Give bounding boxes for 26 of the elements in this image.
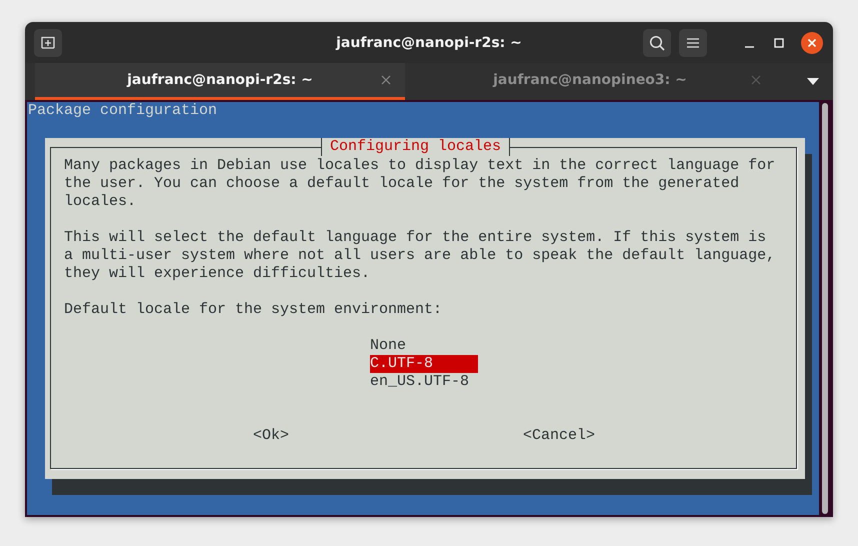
menu-icon: [687, 38, 699, 48]
locale-option[interactable]: en_US.UTF-8: [370, 373, 478, 391]
maximize-icon: [774, 38, 784, 48]
screen-header: Package configuration: [27, 102, 218, 120]
terminal-tab[interactable]: jaufranc@nanopi-r2s: ~: [35, 63, 405, 100]
description-text: Many packages in Debian use locales to display text in the correct language for the user. You can choose a default locale for the system from the generated locales.: [64, 157, 776, 211]
dialog-title: Configuring locales: [321, 138, 510, 156]
scrollbar-thumb[interactable]: [822, 103, 828, 514]
close-tab-icon[interactable]: [381, 75, 391, 85]
locale-option[interactable]: C.UTF-8: [370, 355, 478, 373]
caret-icon[interactable]: [807, 78, 819, 85]
prompt-text: Default locale for the system environment:: [64, 301, 444, 319]
new-tab-button[interactable]: [34, 28, 62, 56]
close-button[interactable]: [801, 32, 823, 54]
cancel-button[interactable]: <Cancel>: [523, 427, 596, 445]
minimize-icon: [744, 46, 754, 48]
locale-option[interactable]: None: [370, 337, 478, 355]
ok-button[interactable]: <Ok>: [253, 427, 290, 445]
description-text: This will select the default language for the entire system. If this system is a multi-user system where not all users are able to speak the default language, they will experience difficulties.: [64, 229, 776, 283]
search-icon: [649, 34, 665, 50]
close-icon: [807, 38, 817, 48]
terminal-tab[interactable]: jaufranc@nanopineo3: ~: [405, 63, 775, 100]
search-button[interactable]: [643, 28, 671, 56]
menu-button[interactable]: [679, 28, 707, 56]
new-tab-icon: [41, 36, 55, 49]
window-title: jaufranc@nanopi-r2s: ~: [336, 34, 522, 50]
